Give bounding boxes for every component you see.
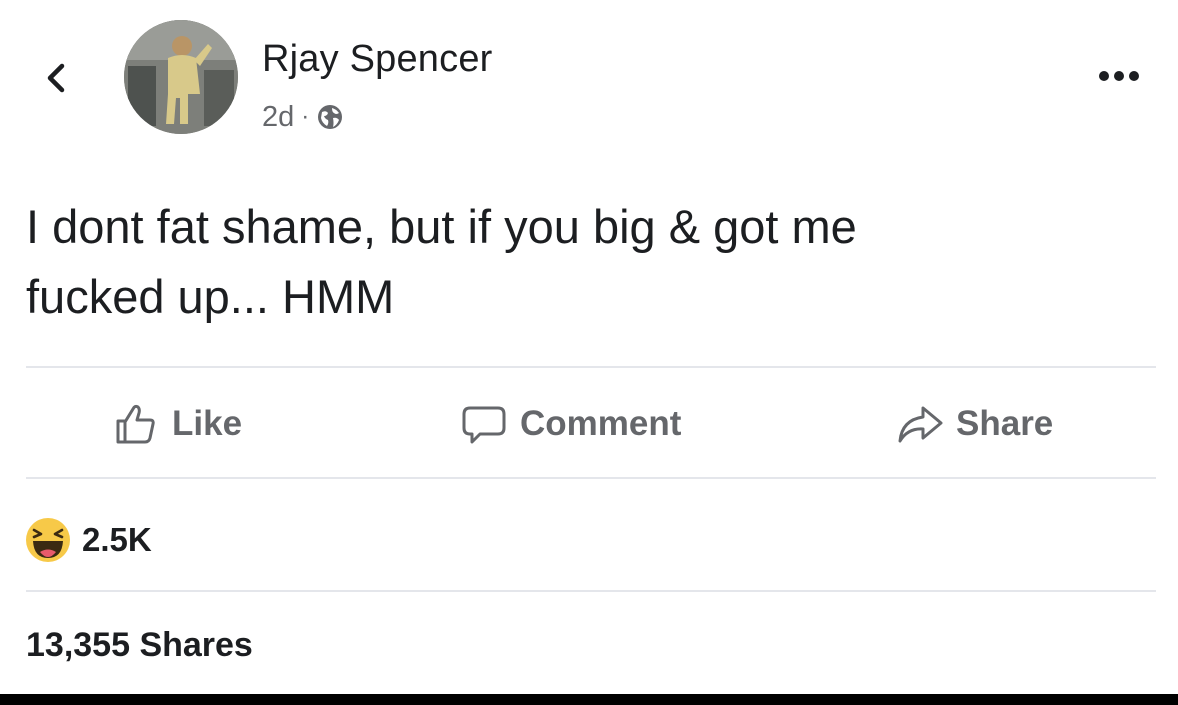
reaction-summary[interactable]: 2.5K — [24, 514, 152, 566]
share-button[interactable]: Share — [896, 392, 1053, 456]
more-horizontal-icon — [1099, 71, 1109, 81]
post-text: I dont fat shame, but if you big & got m… — [26, 192, 1156, 332]
more-horizontal-icon — [1129, 71, 1139, 81]
share-label: Share — [956, 404, 1054, 443]
divider — [26, 590, 1156, 592]
divider — [26, 366, 1156, 368]
chevron-left-icon — [47, 63, 65, 93]
share-count[interactable]: 13,355 Shares — [26, 626, 253, 665]
reaction-count: 2.5K — [82, 521, 152, 558]
more-horizontal-icon — [1114, 71, 1124, 81]
share-arrow-icon — [898, 406, 943, 443]
post-meta: 2d · — [262, 99, 344, 135]
comment-button[interactable]: Comment — [460, 392, 681, 456]
globe-icon — [318, 105, 343, 129]
back-button[interactable] — [36, 56, 76, 100]
post-text-line: fucked up... HMM — [26, 270, 395, 323]
haha-reaction-icon — [26, 518, 70, 562]
more-options-button[interactable] — [1088, 56, 1150, 96]
comment-icon — [462, 406, 506, 444]
meta-separator: · — [301, 103, 310, 130]
post-timestamp[interactable]: 2d — [262, 101, 294, 134]
comment-label: Comment — [520, 404, 682, 443]
like-button[interactable]: Like — [112, 392, 242, 456]
avatar-photo — [124, 20, 238, 134]
bottom-edge-bar — [0, 694, 1178, 705]
post-text-line: I dont fat shame, but if you big & got m… — [26, 200, 857, 253]
avatar[interactable] — [124, 20, 238, 134]
thumbs-up-icon — [116, 404, 155, 444]
author-name[interactable]: Rjay Spencer — [262, 38, 493, 81]
like-label: Like — [172, 404, 243, 443]
divider — [26, 477, 1156, 479]
